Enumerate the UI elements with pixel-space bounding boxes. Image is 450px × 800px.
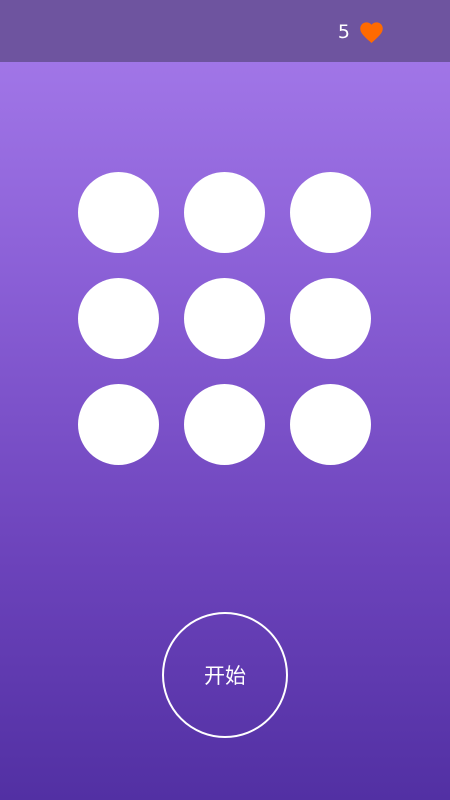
heart-icon — [360, 21, 383, 43]
grid-dot-r1-c2[interactable] — [184, 172, 265, 253]
lives-indicator: 5 — [338, 17, 385, 47]
grid-dot-r2-c2[interactable] — [184, 278, 265, 359]
top-bar: 5 — [0, 0, 450, 62]
grid-dot-r3-c2[interactable] — [184, 384, 265, 465]
start-button[interactable]: 开始 — [162, 612, 288, 738]
dot-grid — [78, 172, 372, 466]
grid-dot-r2-c3[interactable] — [290, 278, 371, 359]
lives-count: 5 — [337, 21, 350, 43]
grid-dot-r1-c1[interactable] — [78, 172, 159, 253]
grid-dot-r3-c3[interactable] — [290, 384, 371, 465]
grid-dot-r1-c3[interactable] — [290, 172, 371, 253]
grid-dot-r3-c1[interactable] — [78, 384, 159, 465]
grid-dot-r2-c1[interactable] — [78, 278, 159, 359]
start-button-label: 开始 — [204, 664, 246, 688]
